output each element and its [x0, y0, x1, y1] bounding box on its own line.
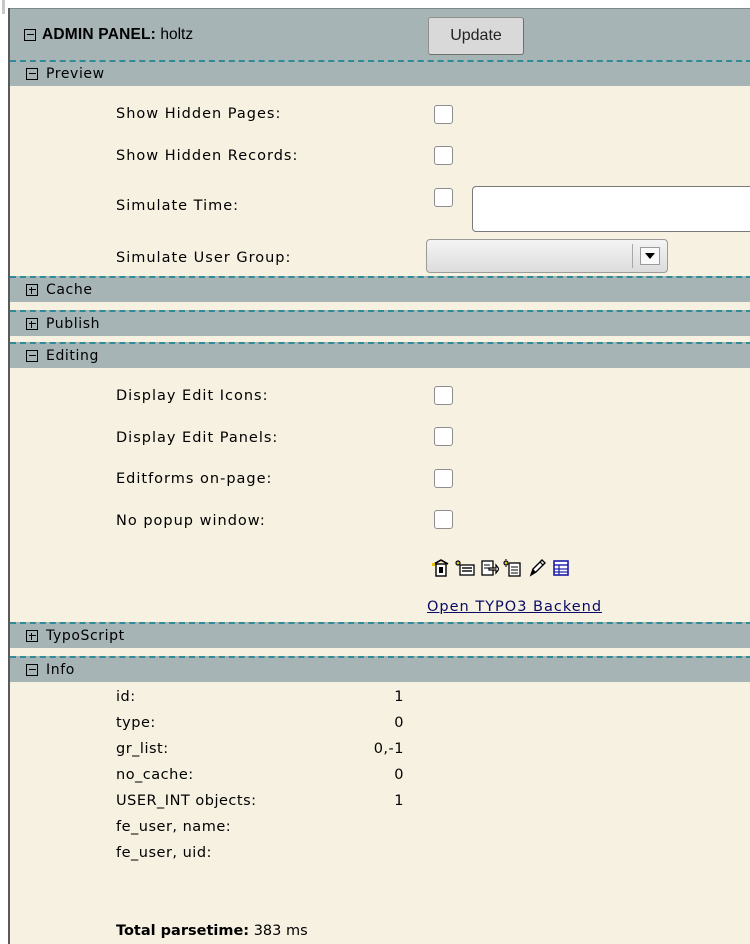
expand-icon[interactable] [26, 318, 38, 330]
section-editing-label: Editing [46, 348, 99, 364]
simulate-time-checkbox[interactable] [434, 188, 453, 207]
simulate-time-input[interactable] [472, 186, 750, 232]
info-key-user-int-objects: USER_INT objects: [116, 793, 257, 809]
display-edit-panels-checkbox[interactable] [434, 427, 453, 446]
no-popup-window-checkbox[interactable] [434, 510, 453, 529]
info-key-gr-list: gr_list: [116, 741, 169, 757]
edit-icon[interactable] [527, 559, 547, 577]
admin-panel-header: ADMIN PANEL: holtz Update [10, 8, 750, 60]
edit-page-icon[interactable] [479, 559, 499, 577]
expand-icon[interactable] [26, 284, 38, 296]
admin-panel-title: ADMIN PANEL: holtz [42, 26, 193, 44]
info-value-gr-list: 0,-1 [373, 741, 404, 757]
edit-toolbar [431, 559, 571, 577]
collapse-icon[interactable] [26, 350, 38, 362]
editforms-on-page-checkbox[interactable] [434, 469, 453, 488]
expand-icon[interactable] [26, 630, 38, 642]
new-page-icon[interactable] [503, 559, 523, 577]
window-top-edge [0, 0, 750, 14]
display-edit-icons-label: Display Edit Icons: [116, 388, 269, 404]
open-typo3-backend-link[interactable]: Open TYPO3 Backend [427, 599, 602, 615]
new-record-icon[interactable] [455, 559, 475, 577]
section-typoscript[interactable]: TypoScript [10, 622, 750, 648]
info-value-user-int-objects: 1 [394, 793, 404, 809]
info-key-no-cache: no_cache: [116, 767, 194, 783]
section-info-label: Info [46, 662, 75, 678]
section-publish-label: Publish [46, 316, 101, 332]
editforms-on-page-label: Editforms on-page: [116, 471, 273, 487]
show-hidden-pages-label: Show Hidden Pages: [116, 106, 282, 122]
admin-panel-title-label: ADMIN PANEL: [42, 26, 157, 43]
info-key-fe-user-uid: fe_user, uid: [116, 845, 212, 861]
edge-tick [2, 0, 5, 14]
update-button[interactable]: Update [428, 17, 524, 55]
info-key-fe-user-name: fe_user, name: [116, 819, 232, 835]
collapse-icon[interactable] [24, 29, 36, 41]
total-parsetime-label: Total parsetime: [116, 923, 250, 939]
display-edit-panels-label: Display Edit Panels: [116, 430, 279, 446]
info-key-type: type: [116, 715, 156, 731]
chevron-down-icon[interactable] [640, 247, 660, 265]
section-typoscript-label: TypoScript [46, 628, 125, 644]
select-separator [632, 244, 633, 268]
collapse-icon[interactable] [26, 664, 38, 676]
simulate-user-group-label: Simulate User Group: [116, 250, 292, 266]
total-parsetime: Total parsetime: 383 ms [116, 923, 308, 939]
section-cache[interactable]: Cache [10, 276, 750, 302]
no-popup-window-label: No popup window: [116, 513, 266, 529]
section-preview[interactable]: Preview [10, 60, 750, 86]
info-value-no-cache: 0 [394, 767, 404, 783]
collapse-icon[interactable] [26, 68, 38, 80]
show-hidden-records-checkbox[interactable] [434, 146, 453, 165]
info-key-id: id: [116, 689, 136, 705]
admin-panel-username: holtz [160, 26, 194, 43]
show-hidden-pages-checkbox[interactable] [434, 105, 453, 124]
section-publish[interactable]: Publish [10, 310, 750, 336]
list-module-icon[interactable] [551, 559, 571, 577]
total-parsetime-value: 383 ms [253, 923, 308, 939]
display-edit-icons-checkbox[interactable] [434, 386, 453, 405]
section-cache-label: Cache [46, 282, 93, 298]
info-value-id: 1 [394, 689, 404, 705]
section-editing[interactable]: Editing [10, 342, 750, 368]
admin-panel: ADMIN PANEL: holtz Update Preview Show H… [8, 8, 750, 944]
info-value-type: 0 [394, 715, 404, 731]
section-preview-label: Preview [46, 66, 105, 82]
simulate-time-label: Simulate Time: [116, 198, 240, 214]
simulate-user-group-select[interactable] [426, 239, 668, 273]
section-info[interactable]: Info [10, 656, 750, 682]
move-page-icon[interactable] [431, 559, 451, 577]
show-hidden-records-label: Show Hidden Records: [116, 148, 299, 164]
